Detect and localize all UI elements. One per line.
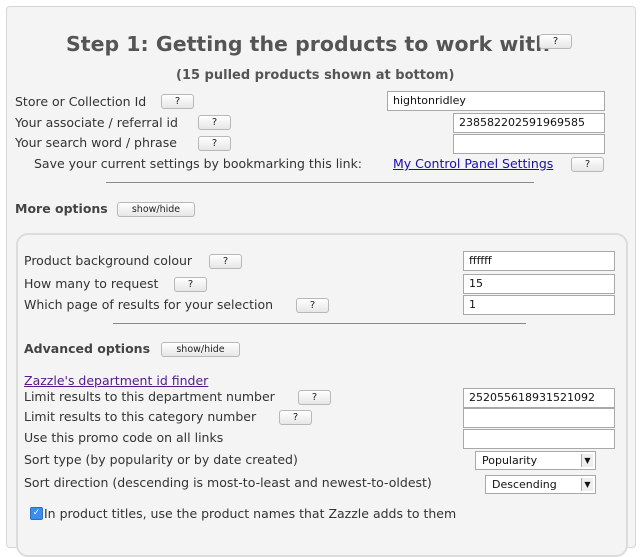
which-page-label: Which page of results for your selection [24, 297, 274, 312]
more-options-title: More options [15, 201, 108, 216]
department-help-button[interactable]: ? [298, 390, 331, 405]
bg-colour-help-button[interactable]: ? [209, 254, 242, 269]
which-page-input[interactable]: 1 [463, 295, 615, 315]
promo-code-label: Use this promo code on all links [24, 430, 224, 445]
how-many-input[interactable]: 15 [463, 274, 615, 294]
which-page-help-button[interactable]: ? [296, 298, 329, 313]
advanced-options-title: Advanced options [24, 341, 151, 356]
associate-id-input[interactable]: 238582202591969585 [453, 113, 605, 133]
more-options-toggle[interactable]: show/hide [117, 202, 195, 217]
sort-type-value: Popularity [482, 454, 538, 467]
bookmark-help-button[interactable]: ? [571, 157, 604, 172]
search-label: Your search word / phrase [15, 135, 177, 150]
category-number-input[interactable] [463, 408, 615, 428]
divider [106, 182, 534, 183]
store-label: Store or Collection Id [15, 94, 147, 109]
product-titles-checkbox[interactable]: ✓ [30, 507, 43, 520]
bookmark-text: Save your current settings by bookmarkin… [34, 156, 363, 171]
step-help-button[interactable]: ? [539, 34, 572, 49]
department-number-label: Limit results to this department number [24, 389, 275, 404]
step-subtitle: (15 pulled products shown at bottom) [176, 68, 455, 83]
category-help-button[interactable]: ? [279, 410, 312, 425]
search-phrase-input[interactable] [453, 134, 605, 154]
sort-direction-label: Sort direction (descending is most-to-le… [24, 475, 432, 490]
store-help-button[interactable]: ? [161, 94, 194, 109]
associate-help-button[interactable]: ? [198, 115, 231, 130]
how-many-help-button[interactable]: ? [174, 277, 207, 292]
department-number-input[interactable]: 252055618931521092 [463, 388, 615, 408]
control-panel-settings-link[interactable]: My Control Panel Settings [393, 156, 553, 171]
sort-direction-select[interactable]: Descending ▼ [485, 475, 596, 494]
how-many-label: How many to request [24, 276, 159, 291]
associate-label: Your associate / referral id [15, 115, 178, 130]
sort-direction-value: Descending [492, 478, 557, 491]
bg-colour-label: Product background colour [24, 253, 193, 268]
promo-code-input[interactable] [463, 429, 615, 449]
advanced-options-toggle[interactable]: show/hide [161, 342, 240, 357]
category-number-label: Limit results to this category number [24, 409, 257, 424]
sort-type-select[interactable]: Popularity ▼ [475, 451, 596, 470]
product-titles-label: In product titles, use the product names… [44, 506, 457, 521]
sort-type-label: Sort type (by popularity or by date crea… [24, 452, 298, 467]
step-title: Step 1: Getting the products to work wit… [66, 32, 550, 56]
store-id-input[interactable]: hightonridley [387, 91, 605, 111]
divider [113, 323, 526, 324]
chevron-down-icon: ▼ [581, 478, 593, 491]
bg-colour-input[interactable]: ffffff [463, 251, 615, 271]
chevron-down-icon: ▼ [581, 454, 593, 467]
search-help-button[interactable]: ? [198, 136, 231, 151]
department-id-finder-link[interactable]: Zazzle's department id finder [24, 373, 208, 388]
